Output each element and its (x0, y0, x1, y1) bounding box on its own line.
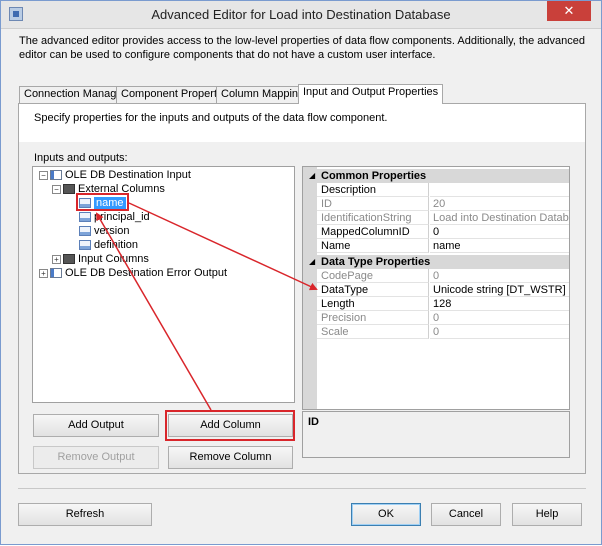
column-icon (79, 226, 91, 237)
inputs-outputs-label: Inputs and outputs: (34, 152, 128, 164)
property-value[interactable]: Unicode string [DT_WSTR] (430, 283, 569, 297)
tree-node-input-columns[interactable]: + Input Columns (52, 253, 149, 266)
property-value[interactable]: name (430, 239, 569, 253)
annotation-box-add-column (165, 410, 295, 441)
tree-node-column-version[interactable]: version (79, 225, 129, 238)
property-value: 0 (430, 325, 569, 339)
input-icon (50, 170, 62, 181)
property-value: Load into Destination Database.Inp (430, 211, 569, 225)
property-value[interactable]: 128 (430, 297, 569, 311)
collapse-icon[interactable]: − (52, 184, 61, 194)
column-icon (79, 212, 91, 223)
property-row-identification-string[interactable]: IdentificationString Load into Destinati… (317, 211, 569, 225)
category-label: Common Properties (321, 170, 427, 182)
property-name: ID (317, 197, 429, 211)
tree-node-label: OLE DB Destination Error Output (65, 267, 228, 279)
tree-node-column-principal-id[interactable]: principal_id (79, 211, 150, 224)
property-row-precision[interactable]: Precision 0 (317, 311, 569, 325)
output-icon (50, 268, 62, 279)
help-button[interactable]: Help (512, 503, 582, 526)
property-name: DataType (317, 283, 429, 297)
property-value: 0 (430, 269, 569, 283)
property-description-box: ID (302, 411, 570, 458)
tab-description: Specify properties for the inputs and ou… (34, 112, 388, 124)
title-bar: Advanced Editor for Load into Destinatio… (1, 1, 601, 29)
inputs-outputs-tree[interactable]: − OLE DB Destination Input − External Colu… (32, 166, 295, 403)
ok-button[interactable]: OK (351, 503, 421, 526)
add-output-button[interactable]: Add Output (33, 414, 159, 437)
cancel-button[interactable]: Cancel (431, 503, 501, 526)
property-grid[interactable]: ◢ Common Properties Description ID 20 Ide… (302, 166, 570, 410)
expand-icon[interactable]: + (52, 254, 61, 264)
property-row-datatype[interactable]: DataType Unicode string [DT_WSTR] (317, 283, 569, 297)
property-name: Description (317, 183, 429, 197)
property-name: Precision (317, 311, 429, 325)
property-name: IdentificationString (317, 211, 429, 225)
intro-text: The advanced editor provides access to t… (19, 35, 586, 61)
property-row-name[interactable]: Name name (317, 239, 569, 253)
tab-input-output-properties[interactable]: Input and Output Properties (298, 84, 444, 104)
property-name: Name (317, 239, 429, 253)
property-value[interactable]: 0 (430, 225, 569, 239)
property-name: MappedColumnID (317, 225, 429, 239)
refresh-button[interactable]: Refresh (18, 503, 152, 526)
property-value: 20 (430, 197, 569, 211)
property-grid-gutter (303, 167, 317, 409)
tree-node-label: version (94, 225, 130, 237)
remove-column-button[interactable]: Remove Column (168, 446, 293, 469)
tree-node-label: definition (94, 239, 139, 251)
collapse-triangle-icon[interactable]: ◢ (309, 169, 315, 183)
folder-icon (63, 184, 75, 195)
property-description-title: ID (308, 416, 319, 428)
advanced-editor-dialog: Advanced Editor for Load into Destinatio… (0, 0, 602, 545)
annotation-box-name-column (76, 193, 129, 211)
close-button[interactable]: ✕ (547, 1, 591, 21)
category-common-properties[interactable]: ◢ Common Properties (303, 169, 569, 183)
tree-node-label: principal_id (94, 211, 150, 223)
property-row-codepage[interactable]: CodePage 0 (317, 269, 569, 283)
remove-output-button[interactable]: Remove Output (33, 446, 159, 469)
property-row-description[interactable]: Description (317, 183, 569, 197)
property-row-mapped-column-id[interactable]: MappedColumnID 0 (317, 225, 569, 239)
tree-node-error-output[interactable]: + OLE DB Destination Error Output (39, 267, 227, 280)
footer-divider (18, 488, 586, 489)
tree-node-destination-input[interactable]: − OLE DB Destination Input (39, 169, 191, 182)
tree-node-label: OLE DB Destination Input (65, 169, 191, 181)
property-name: Scale (317, 325, 429, 339)
folder-icon (63, 254, 75, 265)
window-title: Advanced Editor for Load into Destinatio… (151, 7, 451, 22)
property-value: 0 (430, 311, 569, 325)
collapse-icon[interactable]: − (39, 170, 48, 180)
category-label: Data Type Properties (321, 256, 431, 268)
property-value[interactable] (430, 183, 569, 197)
property-name: Length (317, 297, 429, 311)
category-data-type-properties[interactable]: ◢ Data Type Properties (303, 255, 569, 269)
column-icon (79, 240, 91, 251)
expand-icon[interactable]: + (39, 268, 48, 278)
tree-node-label: Input Columns (78, 253, 149, 265)
tree-node-column-definition[interactable]: definition (79, 239, 138, 252)
property-row-scale[interactable]: Scale 0 (317, 325, 569, 339)
property-name: CodePage (317, 269, 429, 283)
collapse-triangle-icon[interactable]: ◢ (309, 255, 315, 269)
property-row-length[interactable]: Length 128 (317, 297, 569, 311)
property-row-id[interactable]: ID 20 (317, 197, 569, 211)
